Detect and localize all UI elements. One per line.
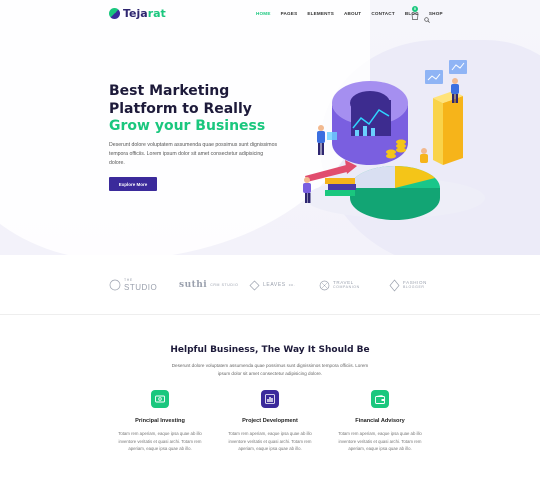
service-card-description: Totam rem aperiam, eaque ipsa quae ab il… xyxy=(118,431,202,452)
hero-title-accent: Grow your Business xyxy=(109,118,266,134)
top-navbar: Tejarat HOME PAGES ELEMENTS ABOUT CONTAC… xyxy=(0,0,540,28)
compass-logo-icon xyxy=(319,280,330,290)
client-logos: THE STUDIO suthi CRM STUDIO LEAVES co. T… xyxy=(0,255,540,315)
donut-chart-graphic xyxy=(332,81,408,165)
nav-item-about[interactable]: ABOUT xyxy=(344,11,361,16)
service-card-description: Totam rem aperiam, eaque ipsa quae ab il… xyxy=(228,431,312,452)
hero-title: Best Marketing Platform to Really xyxy=(109,83,252,117)
diamond-logo-icon xyxy=(389,278,400,292)
brand-logo-suthi: suthi CRM STUDIO xyxy=(179,280,239,290)
brand-logo-studio: THE STUDIO xyxy=(109,275,157,295)
search-icon[interactable] xyxy=(424,10,430,23)
service-card-project-development: Project Development Totam rem aperiam, e… xyxy=(220,390,320,453)
services-title: Helpful Business, The Way It Should Be xyxy=(170,345,370,355)
brand-logo-leaves: LEAVES co. xyxy=(249,275,295,295)
service-card-financial-advisory: Financial Advisory Totam rem aperiam, ea… xyxy=(330,390,430,453)
wallet-icon xyxy=(371,390,389,408)
leaf-logo-icon xyxy=(249,280,260,290)
service-card-title: Principal Investing xyxy=(135,418,185,424)
hero-description: Deserunt dolore voluptatem assumenda qua… xyxy=(109,142,278,166)
service-card-title: Project Development xyxy=(242,418,298,424)
nav-item-contact[interactable]: CONTACT xyxy=(371,11,395,16)
nav-item-shop[interactable]: SHOP xyxy=(429,11,443,16)
site-logo[interactable]: Tejarat xyxy=(109,7,166,20)
circle-logo-icon xyxy=(109,279,121,291)
person-figure-center xyxy=(420,148,428,163)
bar-chart-icon xyxy=(261,390,279,408)
brand-logo-travel: TRAVEL COMPANION xyxy=(319,275,360,295)
bar-graphic xyxy=(433,91,463,165)
marketing-illustration xyxy=(303,60,485,220)
logo-text: Tejarat xyxy=(123,7,166,20)
cart-count-badge: 0 xyxy=(412,6,418,12)
logo-icon xyxy=(109,8,120,19)
cart-icon[interactable]: 0 xyxy=(411,6,419,20)
money-icon xyxy=(151,390,169,408)
service-card-principal-investing: Principal Investing Totam rem aperiam, e… xyxy=(110,390,210,453)
nav-item-elements[interactable]: ELEMENTS xyxy=(307,11,334,16)
pie-chart-graphic xyxy=(350,166,440,220)
floating-screens xyxy=(425,60,467,84)
service-card-description: Totam rem aperiam, eaque ipsa quae ab il… xyxy=(338,431,422,452)
services-description: Deserunt dolore voluptatem assumenda qua… xyxy=(171,363,369,376)
nav-item-pages[interactable]: PAGES xyxy=(281,11,298,16)
explore-more-button[interactable]: Explore More xyxy=(109,177,157,191)
nav-item-home[interactable]: HOME xyxy=(256,11,271,16)
brand-logo-fashion: FASHION BLOGGER xyxy=(389,275,427,295)
person-figure-sitting xyxy=(303,177,311,203)
service-card-title: Financial Advisory xyxy=(355,418,405,424)
